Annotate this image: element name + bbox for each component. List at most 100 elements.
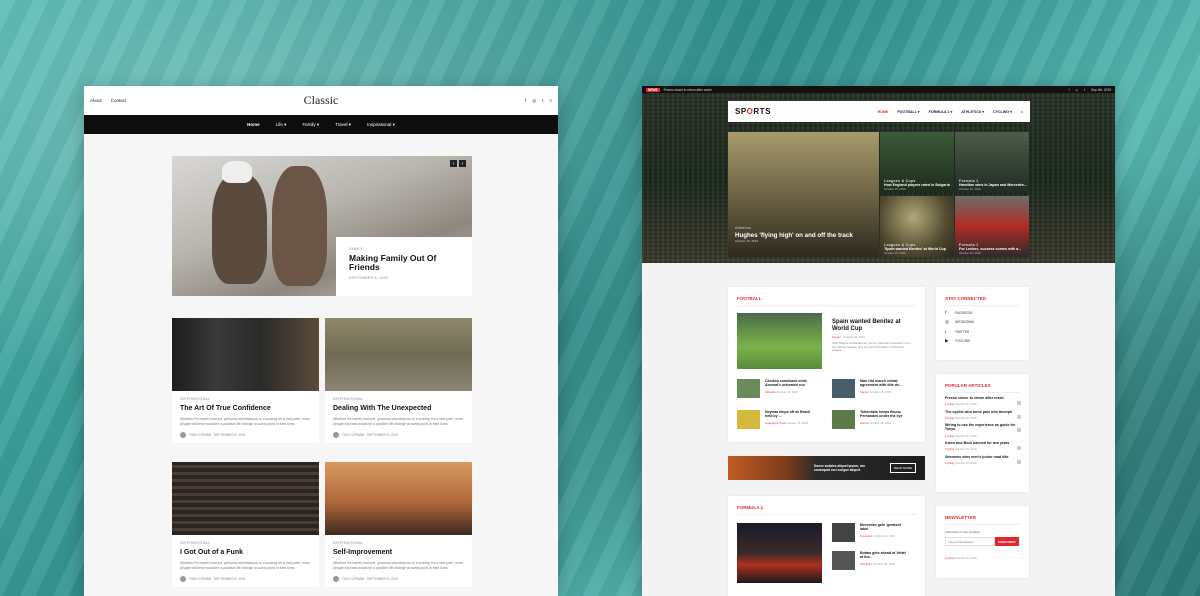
nav-life[interactable]: Life ▾ xyxy=(276,122,287,128)
section-heading[interactable]: NEWSLETTER xyxy=(936,506,1029,520)
post-card[interactable]: INSPIRATIONAL I Got Out of a Funk Whether … xyxy=(172,462,319,587)
youtube-icon: ▶ xyxy=(945,338,949,343)
hero-arrows: ‹ › xyxy=(450,160,466,167)
formula-lead-image[interactable] xyxy=(737,523,822,583)
section-heading[interactable]: STAY CONNECTED xyxy=(936,287,1029,301)
menu-athletics[interactable]: ATHLETICS ▾ xyxy=(961,110,984,114)
section-heading[interactable]: FORMULA 1 xyxy=(728,496,925,510)
post-author[interactable]: TOM COPMAN xyxy=(342,433,364,437)
search-icon[interactable]: ⌕ xyxy=(1021,110,1023,114)
post-excerpt: Whether it's career burnout, personal su… xyxy=(180,561,310,570)
avatar xyxy=(333,576,339,582)
post-title[interactable]: Dealing With The Unexpected xyxy=(333,405,464,412)
post-card[interactable]: INSPIRATIONAL Dealing With The Unexpected… xyxy=(325,318,472,443)
news-tag: NEWS xyxy=(646,87,660,92)
banner-text: Donec sodales aliquet ipsum, nec consequ… xyxy=(814,464,866,472)
sports-logo[interactable]: SPORTS xyxy=(735,107,771,116)
post-date: SEPTEMBER 8, 2019 xyxy=(213,433,246,437)
hero-title[interactable]: Making Family Out Of Friends xyxy=(349,254,459,272)
list-item[interactable]: Man Utd march verbal agreement with titl… xyxy=(832,379,907,398)
section-heading[interactable]: POPULAR ARTICLES xyxy=(936,374,1029,388)
hero-date: SEPTEMBER 8, 2019 xyxy=(349,276,389,280)
nav-home[interactable]: Home xyxy=(247,122,260,127)
post-date: SEPTEMBER 8, 2019 xyxy=(366,433,399,437)
popular-article[interactable]: Fresno closer to return after crash Cycli… xyxy=(936,393,1029,407)
top-bar-date: Sep 4th, 2019 xyxy=(1091,87,1111,92)
post-author[interactable]: TOM COPMAN xyxy=(189,433,211,437)
post-author[interactable]: TOM COPMAN xyxy=(189,577,211,581)
section-heading[interactable]: FOOTBALL xyxy=(728,287,925,301)
post-category[interactable]: INSPIRATIONAL xyxy=(333,541,464,545)
popular-article[interactable]: Karen and Beck banned for two years Cycli… xyxy=(936,438,1029,452)
post-title[interactable]: Self-Improvement xyxy=(333,549,464,556)
post-card[interactable]: INSPIRATIONAL The Art Of True Confidence W… xyxy=(172,318,319,443)
post-image[interactable] xyxy=(172,318,319,391)
post-card[interactable]: INSPIRATIONAL Self-Improvement Whether it'… xyxy=(325,462,472,587)
next-arrow-icon[interactable]: › xyxy=(459,160,466,167)
social-link[interactable]: ▶ YOUTUBE xyxy=(936,334,1029,344)
post-category[interactable]: INSPIRATIONAL xyxy=(333,397,464,401)
list-item[interactable]: Neymar limps off as Brazil held by ... Le… xyxy=(737,410,812,429)
instagram-icon: ◎ xyxy=(945,319,949,324)
list-item[interactable]: Chelsea comeback ends Arsenal's unbeaten… xyxy=(737,379,812,398)
menu-football[interactable]: FOOTBALL ▾ xyxy=(897,110,919,114)
post-title[interactable]: The Art Of True Confidence xyxy=(180,405,311,412)
popular-article[interactable]: Simmons wins men's junior road title Cycl… xyxy=(936,452,1029,466)
post-date: SEPTEMBER 8, 2019 xyxy=(213,577,246,581)
subscribe-button[interactable]: SUBSCRIBE xyxy=(995,537,1019,546)
post-category[interactable]: INSPIRATIONAL xyxy=(180,541,311,545)
social-link[interactable]: ◎ INSTAGRAM xyxy=(936,315,1029,325)
post-category[interactable]: INSPIRATIONAL xyxy=(180,397,311,401)
prev-arrow-icon[interactable]: ‹ xyxy=(450,160,457,167)
post-image[interactable] xyxy=(172,462,319,535)
instagram-icon[interactable]: ◎ xyxy=(1075,88,1078,92)
read-more-button[interactable]: READ MORE xyxy=(890,463,917,473)
nav-inspirational[interactable]: Inspirational ▾ xyxy=(367,122,395,128)
feature-category[interactable]: Athletics xyxy=(735,226,853,230)
post-image[interactable] xyxy=(325,318,472,391)
social-link[interactable]: t TWITTER xyxy=(936,325,1029,334)
newsletter-caption: Subscribe to stay updated. xyxy=(945,530,981,534)
ad-banner[interactable]: Donec sodales aliquet ipsum, nec consequ… xyxy=(728,456,925,480)
menu-home[interactable]: HOME xyxy=(878,110,889,114)
facebook-icon[interactable]: f xyxy=(1069,88,1070,92)
avatar xyxy=(180,432,186,438)
post-author[interactable]: TOM COPMAN xyxy=(342,577,364,581)
classic-logo[interactable]: Classic xyxy=(84,93,558,108)
nav-travel[interactable]: Travel ▾ xyxy=(335,122,351,128)
popular-article[interactable]: Wiring to use the experience as guide fo… xyxy=(936,420,1029,438)
feature-card[interactable]: Athletics Hughes 'flying high' on and off… xyxy=(728,132,879,257)
popular-article[interactable]: The cyclist who turns pain into triumph C… xyxy=(936,407,1029,421)
newsletter-widget: NEWSLETTER Subscribe to stay updated. SU… xyxy=(936,506,1029,578)
post-image[interactable] xyxy=(325,462,472,535)
menu-cycling[interactable]: CYCLING ▾ xyxy=(993,110,1012,114)
feature-tile[interactable]: Formula 1 Hamilton wins in Japan and Merc… xyxy=(955,132,1029,193)
feature-tile[interactable]: Leagues & Cups How England players rated … xyxy=(880,132,954,193)
feature-tile[interactable]: Leagues & Cups 'Spain wanted Benitez' at … xyxy=(880,196,954,257)
post-title[interactable]: I Got Out of a Funk xyxy=(180,549,311,556)
list-item[interactable]: Tottenham keeps Bruno Fernandes under th… xyxy=(832,410,907,429)
classic-blog-preview: About Contact Classic f ◎ t ⌕ Home Life ▾ Fa… xyxy=(84,86,558,596)
twitter-icon: t xyxy=(945,329,947,334)
hero-category[interactable]: FAMILY xyxy=(349,247,459,251)
twitter-icon[interactable]: t xyxy=(1084,88,1085,92)
post-excerpt: Whether it's career burnout, personal su… xyxy=(333,561,463,570)
popular-articles-widget: POPULAR ARTICLES Fresno closer to return… xyxy=(936,374,1029,492)
social-link[interactable]: f FACEBOOK xyxy=(936,306,1029,315)
classic-main-nav: Home Life ▾ Family ▾ Travel ▾ Inspiratio… xyxy=(84,115,558,134)
list-item[interactable]: Mercedes gets 'greatest' label Formula 1 … xyxy=(832,523,907,542)
nav-family[interactable]: Family ▾ xyxy=(302,122,319,128)
menu-formula-1[interactable]: FORMULA 1 ▾ xyxy=(929,110,953,114)
feature-title[interactable]: Hughes 'flying high' on and off the trac… xyxy=(735,232,853,239)
sports-top-bar: NEWS Fresno closer to return after crash… xyxy=(642,86,1115,93)
email-field[interactable] xyxy=(945,537,995,546)
post-excerpt: Whether it's career burnout, personal su… xyxy=(333,417,463,426)
hero-card[interactable]: FAMILY Making Family Out Of Friends SEPT… xyxy=(336,237,472,296)
feature-tile[interactable]: Formula 1 For Leclerc, success comes with… xyxy=(955,196,1029,257)
football-lead-image[interactable] xyxy=(737,313,822,369)
ticker-text[interactable]: Fresno closer to return after crash xyxy=(664,88,712,92)
football-lead-title[interactable]: Spain wanted Benitez at World Cup xyxy=(832,319,912,333)
list-item[interactable]: Bottas gets ahead of Vettel at the... For… xyxy=(832,551,907,570)
stadium-header: SPORTS HOME FOOTBALL ▾ FORMULA 1 ▾ ATHLE… xyxy=(642,93,1115,263)
facebook-icon: f xyxy=(945,310,947,315)
